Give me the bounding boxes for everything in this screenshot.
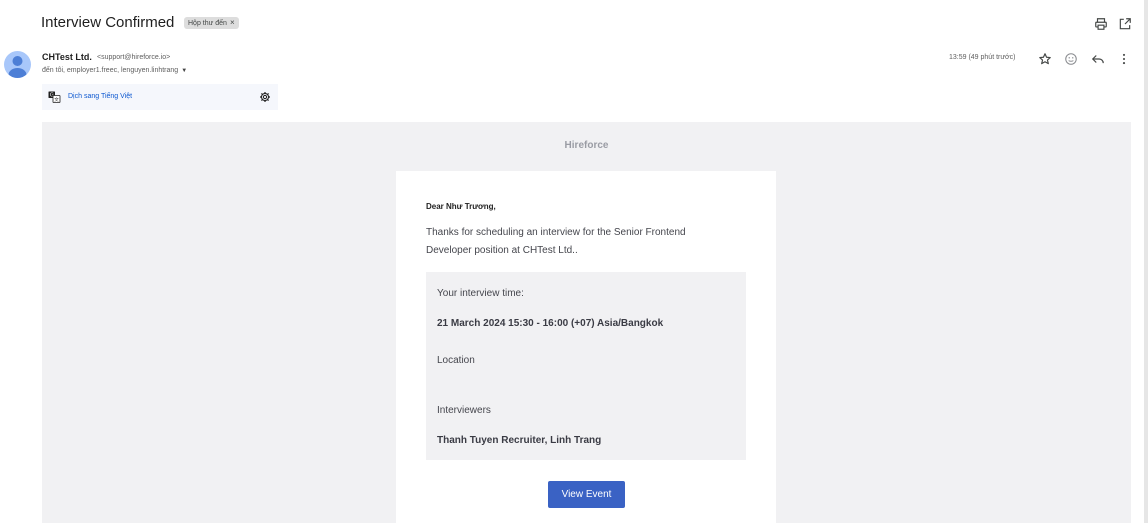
- inbox-label-chip[interactable]: Hộp thư đến ×: [184, 17, 239, 29]
- intro-paragraph: Thanks for scheduling an interview for t…: [426, 227, 686, 256]
- print-icon[interactable]: [1094, 17, 1108, 31]
- emoji-icon[interactable]: [1064, 52, 1078, 66]
- location-label: Location: [437, 355, 475, 366]
- star-icon[interactable]: [1038, 52, 1052, 66]
- more-vert-icon[interactable]: [1117, 52, 1131, 66]
- recipients-text: đến tôi, employer1.freec, lenguyen.linht…: [42, 67, 179, 74]
- interview-details: Your interview time: 21 March 2024 15:30…: [426, 272, 746, 460]
- translate-icon: G 文: [48, 91, 61, 103]
- greeting: Dear Như Trương,: [426, 202, 496, 211]
- view-event-button[interactable]: View Event: [548, 481, 625, 508]
- inbox-label-text: Hộp thư đến: [188, 20, 227, 27]
- email-card: Dear Như Trương, Thanks for scheduling a…: [396, 171, 776, 523]
- interview-time-label: Your interview time:: [437, 288, 524, 299]
- sender-avatar[interactable]: [4, 51, 31, 78]
- email-view: Interview Confirmed Hộp thư đến × CHTest …: [0, 0, 1148, 523]
- email-timestamp: 13:59 (49 phút trước): [949, 54, 1016, 61]
- email-body: Hireforce Dear Như Trương, Thanks for sc…: [42, 122, 1131, 523]
- scrollbar[interactable]: [1144, 0, 1148, 523]
- chevron-down-icon[interactable]: ▼: [181, 68, 187, 74]
- interview-time-value: 21 March 2024 15:30 - 16:00 (+07) Asia/B…: [437, 318, 664, 329]
- person-avatar-icon: [8, 56, 27, 78]
- translate-link[interactable]: Dịch sang Tiếng Việt: [68, 93, 132, 100]
- remove-label-icon[interactable]: ×: [230, 18, 235, 27]
- interviewers-value: Thanh Tuyen Recruiter, Linh Trang: [437, 435, 602, 446]
- sender-email: <support@hireforce.io>: [97, 54, 171, 61]
- open-in-new-window-icon[interactable]: [1118, 17, 1132, 31]
- gear-icon[interactable]: [259, 91, 271, 103]
- translate-bar: G 文 Dịch sang Tiếng Việt: [42, 84, 278, 110]
- email-subject: Interview Confirmed: [41, 14, 175, 31]
- sender-name[interactable]: CHTest Ltd.: [42, 52, 92, 62]
- recipients-line[interactable]: đến tôi, employer1.freec, lenguyen.linht…: [42, 67, 187, 74]
- brand-name: Hireforce: [564, 140, 609, 151]
- reply-icon[interactable]: [1091, 52, 1105, 66]
- interviewers-label: Interviewers: [437, 405, 491, 416]
